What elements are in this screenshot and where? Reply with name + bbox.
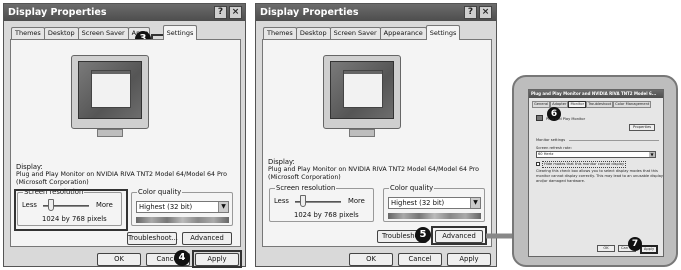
- monitor-tab-callout: Plug and Play Monitor and NVIDIA RIVA TN…: [512, 75, 678, 267]
- hide-modes-checkbox[interactable]: [536, 162, 540, 166]
- tab-monitor[interactable]: Monitor: [568, 101, 587, 108]
- monitor-icon: [536, 115, 543, 121]
- tab-settings[interactable]: Settings: [425, 25, 461, 40]
- info-line1: Clearing this check box allows you to se…: [536, 169, 658, 173]
- refresh-rate-value: 60 Hertz: [538, 152, 554, 156]
- monitor-properties-dialog: Plug and Play Monitor and NVIDIA RIVA TN…: [528, 89, 664, 257]
- settings-divider: [569, 140, 659, 141]
- properties-button[interactable]: Properties: [629, 124, 656, 131]
- tab-troubleshoot[interactable]: Troubleshoot: [586, 101, 614, 108]
- step-7-badge: 7: [628, 237, 642, 251]
- dialog-title: Plug and Play Monitor and NVIDIA RIVA TN…: [531, 91, 657, 96]
- monitor-settings-label: Monitor settings: [536, 138, 566, 142]
- chevron-down-icon[interactable]: ▼: [649, 152, 655, 157]
- info-line3: and/or damaged hardware.: [536, 179, 585, 183]
- dialog-apply-button[interactable]: Apply: [640, 245, 658, 254]
- refresh-rate-select[interactable]: 60 Hertz ▼: [536, 151, 656, 158]
- tab-general[interactable]: General: [532, 101, 551, 108]
- info-line2: monitor cannot display correctly. This m…: [536, 174, 664, 178]
- dialog-titlebar: Plug and Play Monitor and NVIDIA RIVA TN…: [529, 90, 663, 98]
- hide-modes-label: Hide modes that this monitor cannot disp…: [542, 161, 627, 168]
- tab-color-management[interactable]: Color Management: [613, 101, 652, 108]
- dialog-ok-button[interactable]: OK: [597, 245, 615, 252]
- refresh-rate-label: Screen refresh rate:: [536, 146, 572, 150]
- monitor-type-label: Plug and Play Monitor: [546, 117, 586, 121]
- tab-settings[interactable]: Settings: [162, 25, 198, 40]
- dialog-tab-strip: General Adapter Monitor Troubleshoot Col…: [532, 101, 652, 108]
